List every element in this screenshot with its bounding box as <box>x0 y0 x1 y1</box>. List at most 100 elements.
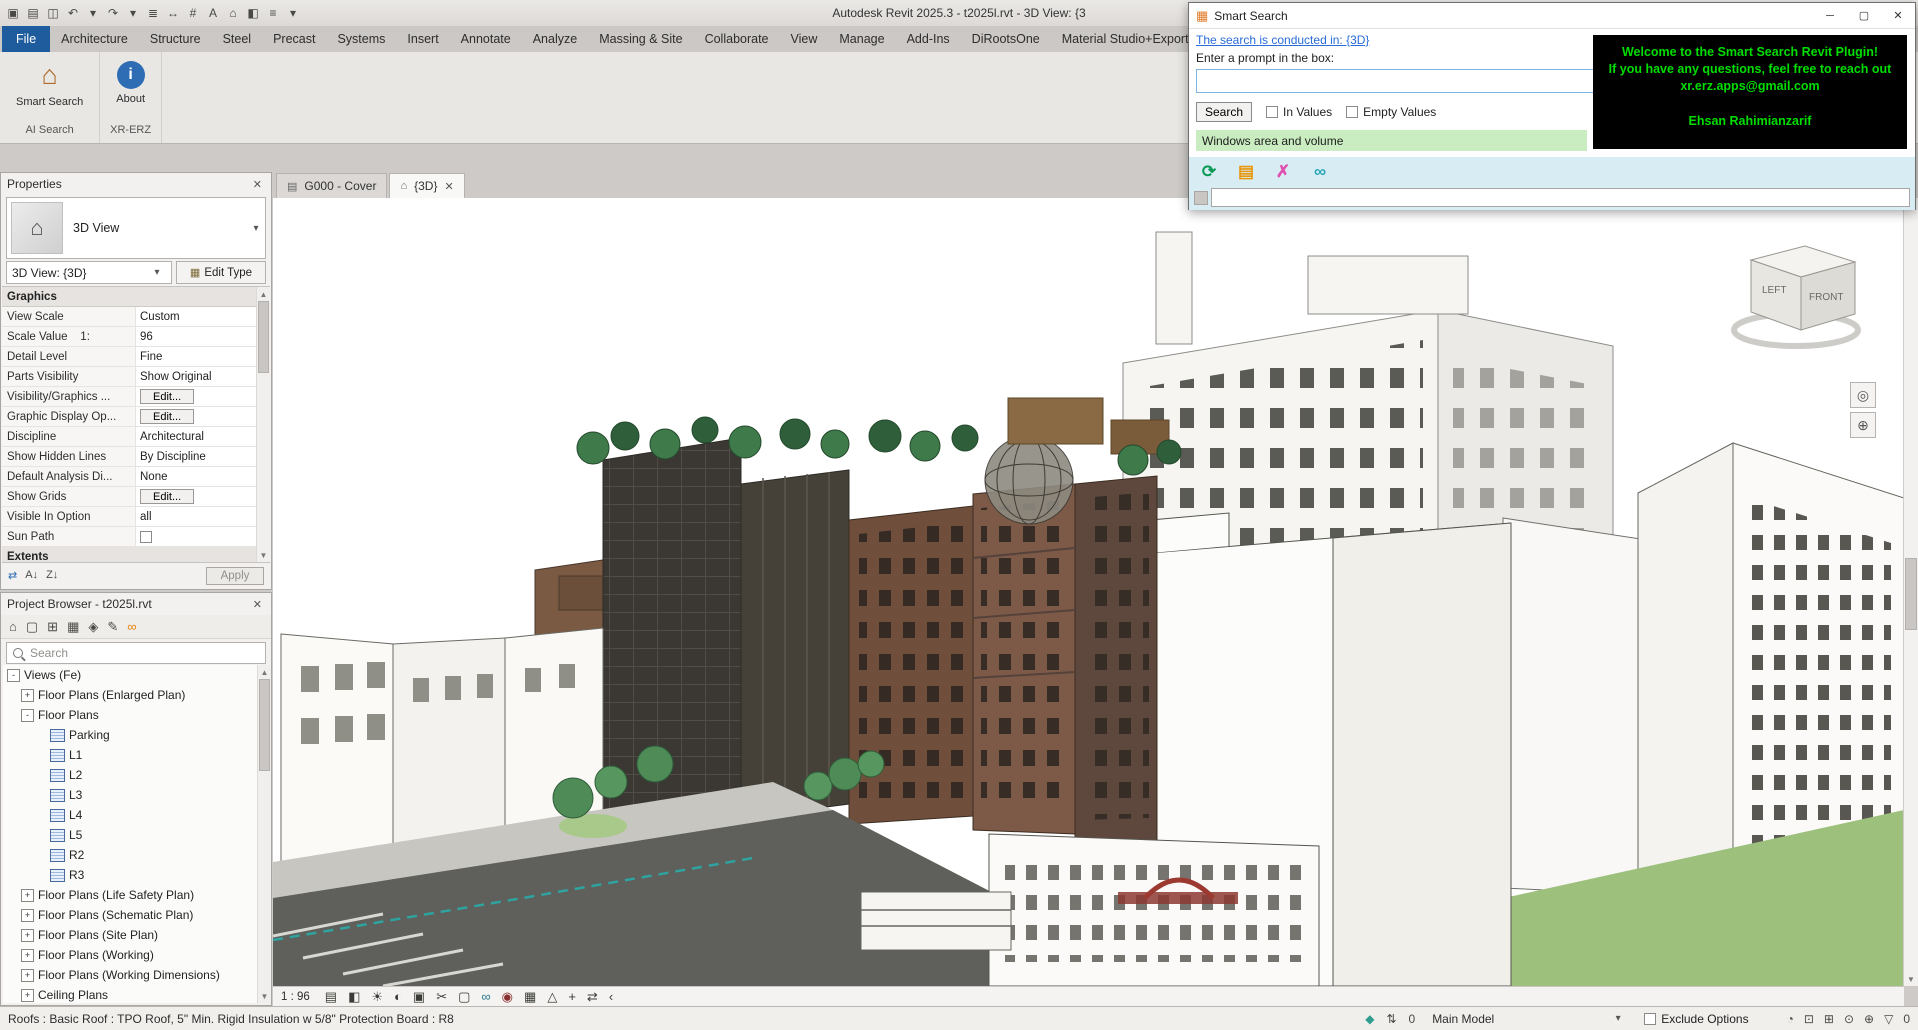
redo-icon[interactable]: ↷ <box>104 4 122 22</box>
background-processes-icon[interactable]: ◔ <box>1787 1012 1794 1026</box>
dimension-icon[interactable]: # <box>184 4 202 22</box>
close-tab-icon[interactable]: ✕ <box>444 180 453 193</box>
ribbon-tab[interactable]: File <box>2 26 50 52</box>
browser-search-box[interactable]: Search <box>6 642 266 664</box>
property-checkbox[interactable] <box>140 531 152 543</box>
bottom-center-building[interactable] <box>989 834 1319 986</box>
dialog-resize-grip[interactable] <box>1194 191 1208 205</box>
sun-path-icon[interactable]: ☀ <box>371 990 383 1003</box>
shadows-icon[interactable]: ◐ <box>394 990 402 1003</box>
viewcube-front-label[interactable]: FRONT <box>1809 292 1843 303</box>
dialog-footer-field[interactable] <box>1211 188 1910 207</box>
glass-dome[interactable] <box>985 436 1073 524</box>
edit-icon[interactable]: ✎ <box>107 619 118 635</box>
tree-item[interactable]: + Floor Plans (Life Safety Plan) <box>3 885 257 905</box>
open-icon[interactable]: ▤ <box>24 4 42 22</box>
property-section-header[interactable]: Graphics <box>2 287 270 307</box>
tree-item[interactable]: L1 <box>3 745 257 765</box>
tree-expander[interactable]: + <box>21 929 34 942</box>
property-value[interactable]: 96 <box>136 327 257 346</box>
default-3d-view-icon[interactable]: ⌂ <box>224 4 242 22</box>
scroll-down-icon[interactable]: ▼ <box>1904 972 1918 986</box>
app-menu-icon[interactable]: ▣ <box>4 4 22 22</box>
tree-item[interactable]: R2 <box>3 845 257 865</box>
select-links-icon[interactable]: ⊡ <box>1804 1012 1814 1026</box>
ribbon-tab[interactable]: Insert <box>396 26 449 52</box>
tree-expander[interactable]: + <box>21 689 34 702</box>
pedestrian-bridge[interactable] <box>861 892 1011 950</box>
about-button[interactable]: i About <box>116 58 145 105</box>
property-value[interactable]: By Discipline <box>136 447 257 466</box>
steering-wheel-icon[interactable]: ◎ <box>1850 382 1876 408</box>
smart-search-button[interactable]: ⌂ Smart Search <box>16 58 83 108</box>
dialog-title-bar[interactable]: ▦ Smart Search ─ ▢ ✕ <box>1189 3 1915 29</box>
tree-item[interactable]: + Floor Plans (Working) <box>3 945 257 965</box>
rendering-dialog-icon[interactable]: ▣ <box>413 990 425 1003</box>
clear-filter-icon[interactable]: ✗ <box>1272 161 1294 183</box>
exclude-options-checkbox[interactable]: Exclude Options <box>1644 1012 1748 1026</box>
redo-dropdown-icon[interactable]: ▾ <box>124 4 142 22</box>
property-value[interactable]: all <box>136 507 257 526</box>
section-icon[interactable]: ◧ <box>244 4 262 22</box>
ribbon-tab[interactable]: Steel <box>212 26 263 52</box>
browser-scrollbar[interactable]: ▲ ▼ <box>257 665 271 1003</box>
link-icon[interactable]: ∞ <box>127 619 136 635</box>
apply-button[interactable]: Apply <box>206 567 264 585</box>
hide-analytical-model-icon[interactable]: △ <box>547 990 557 1003</box>
ribbon-tab[interactable]: Annotate <box>450 26 522 52</box>
edit-button[interactable]: Edit... <box>140 409 194 424</box>
scroll-up-icon[interactable]: ▲ <box>258 665 271 679</box>
ribbon-tab[interactable]: Precast <box>262 26 326 52</box>
ribbon-tab[interactable]: Manage <box>828 26 895 52</box>
checkbox[interactable] <box>1644 1013 1656 1025</box>
temporary-view-properties-icon[interactable]: ▦ <box>524 990 536 1003</box>
design-option-dropdown[interactable]: Main Model ▾ <box>1427 1010 1632 1028</box>
ribbon-tab[interactable]: Material Studio+Export <box>1051 26 1200 52</box>
scrollbar-thumb[interactable] <box>1905 558 1917 630</box>
worksharing-status-icon[interactable]: ◆ <box>1365 1012 1374 1026</box>
property-value[interactable]: Custom <box>136 307 257 326</box>
select-underlay-icon[interactable]: ⊞ <box>1824 1012 1834 1026</box>
undo-icon[interactable]: ↶ <box>64 4 82 22</box>
tree-item[interactable]: + Floor Plans (Working Dimensions) <box>3 965 257 985</box>
tree-expander[interactable]: + <box>21 989 34 1002</box>
scrollbar-thumb[interactable] <box>258 301 269 373</box>
tree-item[interactable]: + Floor Plans (Schematic Plan) <box>3 905 257 925</box>
tree-item[interactable]: + Floor Plans (Site Plan) <box>3 925 257 945</box>
close-button[interactable]: ✕ <box>1881 4 1915 28</box>
visual-style-icon[interactable]: ◧ <box>348 990 360 1003</box>
property-value[interactable]: None <box>136 467 257 486</box>
tree-expander[interactable]: + <box>21 949 34 962</box>
tree-expander[interactable]: - <box>21 709 34 722</box>
thin-lines-icon[interactable]: ▤ <box>325 990 337 1003</box>
prompt-input[interactable] <box>1196 69 1596 93</box>
crop-view-icon[interactable]: ✂ <box>436 990 447 1003</box>
type-selector[interactable]: ⌂ 3D View ▾ <box>6 197 266 259</box>
search-scope-link[interactable]: The search is conducted in: {3D} <box>1196 33 1369 47</box>
scroll-left-icon[interactable]: ‹ <box>609 990 613 1003</box>
sort-ascending-icon[interactable]: A↓ <box>25 569 38 582</box>
search-suggestion[interactable]: Windows area and volume <box>1196 130 1587 151</box>
sheets-icon[interactable]: ◈ <box>88 619 98 635</box>
view-tab[interactable]: ⌂ {3D} ✕ <box>389 173 464 198</box>
3d-viewport[interactable]: LEFT FRONT ◎ ⊕ <box>273 198 1904 986</box>
schedules-icon[interactable]: ▦ <box>67 619 79 635</box>
ribbon-tab[interactable]: Systems <box>326 26 396 52</box>
sort-descending-icon[interactable]: Z↓ <box>46 569 58 582</box>
editing-requests-icon[interactable]: ⇅ <box>1386 1012 1396 1026</box>
show-crop-region-icon[interactable]: ▢ <box>458 990 470 1003</box>
search-button[interactable]: Search <box>1196 102 1252 122</box>
export-icon[interactable]: ▤ <box>1235 161 1257 183</box>
ribbon-tab[interactable]: Massing & Site <box>588 26 693 52</box>
viewport-scrollbar[interactable]: ▲ ▼ <box>1903 198 1918 986</box>
tree-expander[interactable]: + <box>21 889 34 902</box>
scroll-down-icon[interactable]: ▼ <box>257 548 270 562</box>
zoom-icon[interactable]: ⊕ <box>1850 412 1876 438</box>
expand-all-icon[interactable]: ⊞ <box>47 619 58 635</box>
undo-dropdown-icon[interactable]: ▾ <box>84 4 102 22</box>
scrollbar-thumb[interactable] <box>259 679 270 771</box>
scroll-down-icon[interactable]: ▼ <box>258 989 271 1003</box>
property-value[interactable]: Fine <box>136 347 257 366</box>
property-value[interactable]: Show Original <box>136 367 257 386</box>
tree-item[interactable]: L2 <box>3 765 257 785</box>
